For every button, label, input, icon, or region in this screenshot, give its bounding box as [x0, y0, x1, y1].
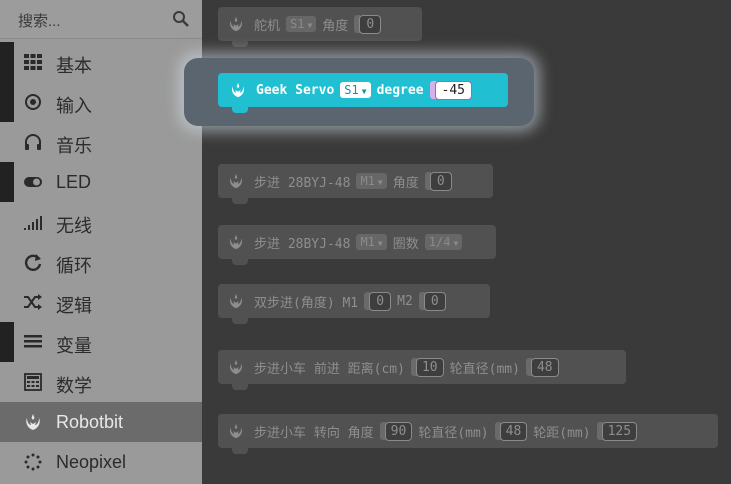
category-stripe: [0, 122, 14, 162]
category-stripe: [0, 162, 14, 202]
block-label: 步进小车 前进 距离(cm): [254, 361, 405, 377]
degree-input[interactable]: -45: [434, 80, 473, 100]
category-label: 逻辑: [56, 296, 92, 316]
block-label: Geek Servo: [256, 82, 335, 98]
category-music[interactable]: 音乐: [0, 122, 202, 162]
track-input[interactable]: 125: [601, 421, 638, 441]
category-stripe: [0, 82, 14, 122]
angle-input[interactable]: 0: [359, 14, 382, 34]
m2-label: M2: [397, 293, 413, 309]
category-robotbit[interactable]: Robotbit: [0, 402, 202, 442]
rebel-icon: [230, 359, 242, 375]
wheel-label: 轮直径(mm): [418, 425, 489, 441]
track-label: 轮距(mm): [533, 425, 591, 441]
distance-input[interactable]: 10: [415, 357, 444, 377]
rebel-icon: [230, 293, 242, 309]
category-neopixel[interactable]: Neopixel: [0, 442, 202, 482]
m1-input[interactable]: 0: [369, 291, 392, 311]
category-radio[interactable]: 无线: [0, 202, 202, 242]
angle-label: 角度: [322, 18, 349, 34]
geek-servo-block[interactable]: Geek Servo S1 ▼ degree -45: [218, 73, 508, 113]
stepper-angle-block[interactable]: 步进 28BYJ-48 M1 ▼ 角度 0: [218, 164, 493, 204]
rebel-icon: [232, 82, 244, 98]
car-forward-block[interactable]: 步进小车 前进 距离(cm) 10 轮直径(mm) 48: [218, 350, 626, 390]
block-label: 步进 28BYJ-48: [254, 236, 351, 252]
grid-icon: [24, 54, 42, 70]
block-label: 步进小车 转向 角度: [254, 425, 374, 441]
search-icon[interactable]: [172, 10, 190, 28]
toolbox-sidebar: 搜索... 基本 输入 音乐 LED 无线 循环 逻辑 变量 数学 Robotb…: [0, 0, 202, 484]
rebel-icon: [230, 173, 242, 189]
servo-dropdown[interactable]: S1 ▼: [340, 82, 371, 98]
search-input[interactable]: 搜索...: [18, 10, 61, 31]
m2-input[interactable]: 0: [423, 291, 446, 311]
wheel-input[interactable]: 48: [530, 357, 559, 377]
category-label: LED: [56, 172, 92, 192]
category-stripe: [0, 202, 14, 242]
category-stripe: [0, 402, 14, 442]
car-turn-block[interactable]: 步进小车 转向 角度 90 轮直径(mm) 48 轮距(mm) 125: [218, 414, 718, 454]
category-stripe: [0, 282, 14, 322]
refresh-icon: [24, 254, 42, 271]
category-label: 音乐: [56, 136, 92, 156]
block-label: 步进 28BYJ-48: [254, 175, 351, 191]
servo-dropdown[interactable]: S1 ▼: [286, 16, 317, 32]
category-label: 无线: [56, 216, 92, 236]
category-logic[interactable]: 逻辑: [0, 282, 202, 322]
turns-label: 圈数: [392, 236, 419, 252]
category-stripe: [0, 322, 14, 362]
block-label: 舵机: [254, 18, 281, 34]
category-led[interactable]: LED: [0, 162, 202, 202]
category-stripe: [0, 442, 14, 482]
category-basic[interactable]: 基本: [0, 42, 202, 82]
motor-dropdown[interactable]: M1 ▼: [356, 234, 387, 250]
toggle-icon: [24, 177, 42, 187]
rebel-icon: [230, 234, 242, 250]
degree-label: degree: [376, 82, 424, 98]
category-label: 循环: [56, 256, 92, 276]
wheel-label: 轮直径(mm): [449, 361, 520, 377]
wheel-input[interactable]: 48: [499, 421, 528, 441]
rebel-icon: [230, 16, 242, 32]
category-label: 输入: [56, 96, 92, 116]
category-label: 基本: [56, 56, 92, 76]
category-label: Robotbit: [56, 412, 124, 432]
category-stripe: [0, 362, 14, 402]
servo-block[interactable]: 舵机 S1 ▼ 角度 0: [218, 7, 422, 47]
angle-input[interactable]: 0: [429, 171, 452, 191]
shuffle-icon: [24, 294, 42, 310]
category-stripe: [0, 42, 14, 82]
turns-dropdown[interactable]: 1/4 ▼: [424, 234, 463, 250]
calculator-icon: [24, 373, 42, 391]
category-stripe: [0, 242, 14, 282]
radio-button-icon: [25, 94, 41, 110]
dual-stepper-block[interactable]: 双步进(角度) M1 0 M2 0: [218, 284, 490, 324]
angle-label: 角度: [392, 175, 419, 191]
category-label: 变量: [56, 336, 92, 356]
dotted-circle-icon: [24, 453, 42, 471]
category-input[interactable]: 输入: [0, 82, 202, 122]
category-math[interactable]: 数学: [0, 362, 202, 402]
headphones-icon: [25, 134, 41, 150]
motor-dropdown[interactable]: M1 ▼: [356, 173, 387, 189]
search-box[interactable]: 搜索...: [0, 0, 202, 39]
category-label: Neopixel: [56, 452, 127, 472]
category-loops[interactable]: 循环: [0, 242, 202, 282]
category-label: 数学: [56, 376, 92, 396]
angle-input[interactable]: 90: [384, 421, 413, 441]
lines-icon: [24, 335, 42, 348]
rebel-icon: [26, 414, 40, 430]
rebel-icon: [230, 423, 242, 439]
category-variables[interactable]: 变量: [0, 322, 202, 362]
signal-bars-icon: [24, 216, 42, 230]
block-label: 双步进(角度) M1: [254, 295, 359, 311]
stepper-turns-block[interactable]: 步进 28BYJ-48 M1 ▼ 圈数 1/4 ▼: [218, 225, 496, 265]
